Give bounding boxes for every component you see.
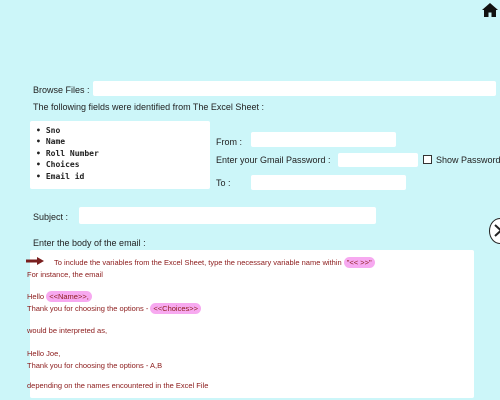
fields-heading: The following fields were identified fro…	[33, 102, 264, 112]
field-item-name: Name	[30, 136, 210, 147]
body-line-hello-joe: Hello Joe,	[27, 349, 61, 358]
body-label: Enter the body of the email :	[33, 238, 146, 248]
variable-marker-highlight: "<< >>"	[343, 257, 375, 268]
body-line-instance: For instance, the email	[27, 270, 103, 279]
hello-text: Hello	[27, 292, 47, 301]
body-line-hello: Hello <<Name>>,	[27, 291, 92, 302]
field-list: Sno Name Roll Number Choices Email id	[30, 121, 210, 189]
body-intro-text: To include the variables from the Excel …	[54, 258, 344, 267]
show-password-label[interactable]: Show Password	[436, 155, 500, 165]
body-line-intro: To include the variables from the Excel …	[54, 257, 375, 268]
show-password-checkbox[interactable]	[423, 155, 432, 164]
password-label: Enter your Gmail Password :	[216, 155, 331, 165]
field-item-email-id: Email id	[30, 171, 210, 182]
body-line-interpreted: would be interpreted as,	[27, 326, 108, 335]
subject-input[interactable]	[79, 207, 376, 224]
thanks-text: Thank you for choosing the options -	[27, 304, 151, 313]
right-arrow-icon	[26, 257, 44, 265]
browse-files-input[interactable]	[93, 81, 496, 96]
body-line-depending: depending on the names encountered in th…	[27, 381, 209, 390]
from-label: From :	[216, 137, 242, 147]
subject-label: Subject :	[33, 212, 69, 222]
browse-files-label: Browse Files :	[33, 85, 90, 95]
password-input[interactable]	[338, 153, 418, 167]
field-item-choices: Choices	[30, 159, 210, 170]
home-icon[interactable]	[481, 2, 499, 18]
field-item-sno: Sno	[30, 125, 210, 136]
scroll-right-button[interactable]	[489, 218, 500, 244]
from-input[interactable]	[251, 132, 396, 147]
email-body-textarea[interactable]: To include the variables from the Excel …	[26, 250, 474, 398]
to-label: To :	[216, 178, 231, 188]
to-input[interactable]	[251, 175, 406, 190]
field-item-roll-number: Roll Number	[30, 148, 210, 159]
name-variable-highlight: <<Name>>,	[46, 291, 92, 302]
body-line-thanks-ab: Thank you for choosing the options - A,B	[27, 361, 163, 370]
choices-variable-highlight: <<Choices>>	[150, 303, 202, 314]
body-line-thanks: Thank you for choosing the options - <<C…	[27, 303, 202, 314]
chevron-right-icon	[494, 224, 500, 237]
